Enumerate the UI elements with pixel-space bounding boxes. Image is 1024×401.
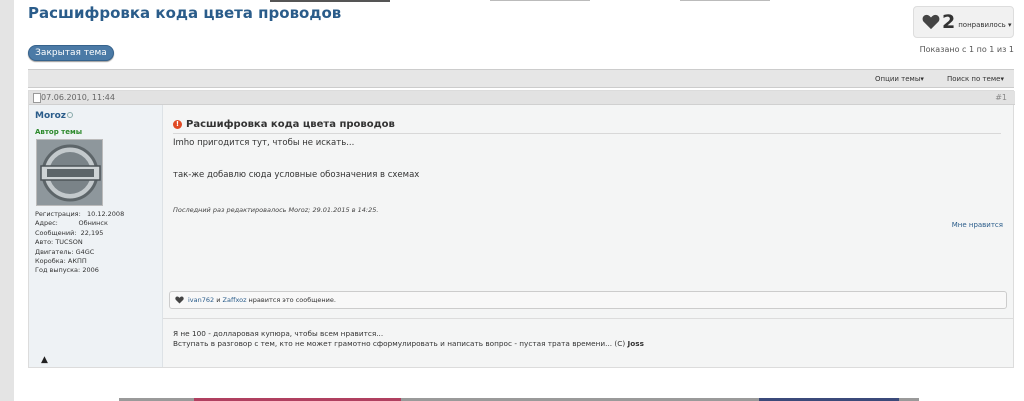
thread-options-menu[interactable]: Опции темы▾: [875, 75, 924, 83]
avatar[interactable]: [36, 139, 103, 206]
post-title-text: Расшифровка кода цвета проводов: [186, 119, 395, 130]
signature-author: Joss: [627, 339, 644, 348]
nissan-logo-icon: [37, 140, 102, 205]
post-header: 07.06.2010, 11:44 #1: [29, 91, 1015, 105]
alert-icon: !: [173, 120, 182, 129]
top-divider: [680, 0, 770, 1]
post-number[interactable]: #1: [995, 93, 1007, 102]
user-detail-row: Авто: TUCSON: [35, 238, 83, 247]
report-post-icon[interactable]: ▲: [41, 355, 48, 365]
thread-title: Расшифровка кода цвета проводов: [28, 4, 342, 22]
post-icon: [33, 93, 41, 103]
post-date: 07.06.2010, 11:44: [41, 93, 115, 102]
likes-label: понравилось ▾: [958, 21, 1012, 29]
user-detail-row: Сообщений: 22,195: [35, 228, 104, 237]
username[interactable]: Moroz: [35, 111, 66, 121]
signature-line: Я не 100 - долларовая купюра, чтобы всем…: [173, 329, 384, 338]
post-text: так-же добавлю сюда условные обозначения…: [173, 170, 420, 180]
like-button[interactable]: Мне нравится: [952, 221, 1003, 229]
user-detail-row: Регистрация: 10.12.2008: [35, 210, 125, 218]
closed-thread-button[interactable]: Закрытая тема: [28, 45, 114, 61]
signature-divider: [163, 318, 1013, 319]
search-thread-menu[interactable]: Поиск по теме▾: [947, 75, 1004, 83]
thread-likes-button[interactable]: 2 понравилось ▾: [913, 6, 1014, 38]
user-detail-row: Год выпуска: 2006: [35, 266, 99, 275]
post: 07.06.2010, 11:44 #1 Moroz Автор темы Ре…: [28, 90, 1015, 368]
user-link[interactable]: ivan762: [188, 296, 214, 304]
user-detail-row: Двигатель: G4GC: [35, 247, 95, 256]
likes-summary: ivan762 и Zaffxoz нравится это сообщение…: [169, 291, 1007, 309]
left-edge-strip: [0, 0, 14, 401]
user-details: Регистрация: 10.12.2008 Адрес: Обнинск С…: [35, 210, 124, 276]
thread-toolbar: Опции темы▾ Поиск по теме▾: [28, 69, 1014, 88]
edit-note: Последний раз редактировалось Moroz; 29.…: [173, 206, 379, 214]
divider: [173, 133, 1001, 134]
top-divider: [490, 0, 590, 1]
user-detail-row: Коробка: АКПП: [35, 257, 87, 266]
user-detail-row: Адрес: Обнинск: [35, 219, 108, 228]
post-title: ! Расшифровка кода цвета проводов: [173, 119, 395, 130]
likes-summary-text: ivan762 и Zaffxoz нравится это сообщение…: [188, 296, 336, 304]
top-divider: [270, 0, 390, 2]
user-link[interactable]: Zaffxoz: [223, 296, 247, 304]
post-text: Imho пригодится тут, чтобы не искать...: [173, 138, 355, 148]
signature-line: Вступать в разговор с тем, кто не может …: [173, 339, 644, 348]
heart-icon: [922, 14, 940, 30]
online-status-icon: [67, 112, 73, 118]
heart-icon: [175, 296, 184, 304]
pagination-info: Показано с 1 по 1 из 1: [919, 45, 1014, 54]
user-title: Автор темы: [35, 128, 83, 136]
likes-count: 2: [942, 11, 956, 33]
post-content: ! Расшифровка кода цвета проводов Imho п…: [163, 105, 1013, 367]
user-info-panel: Moroz Автор темы Регистрация: 10.12.2008…: [29, 105, 163, 367]
